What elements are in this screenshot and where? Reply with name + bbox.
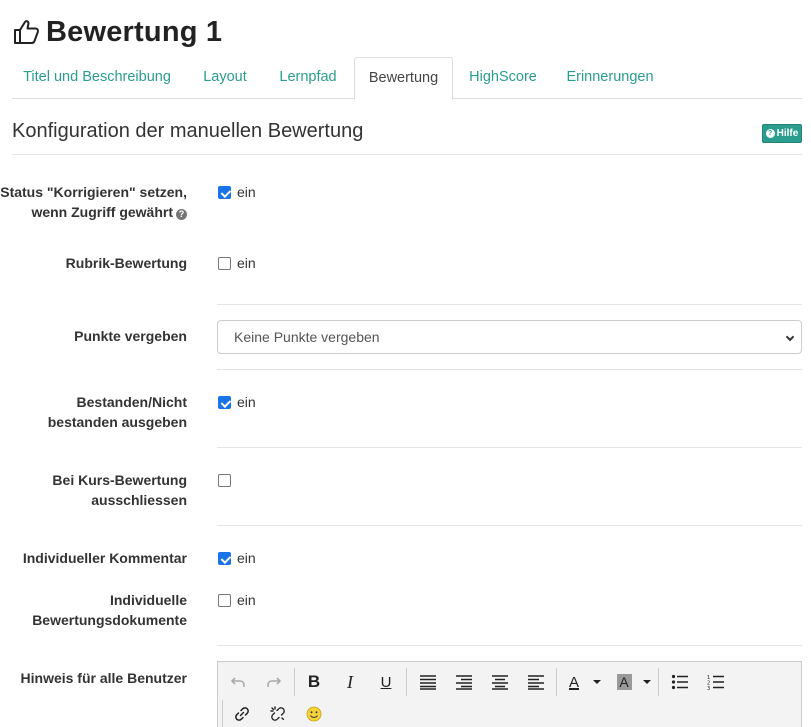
status-korrigieren-checkbox[interactable] (218, 186, 231, 199)
rubrik-checkbox[interactable] (218, 257, 231, 270)
align-right-icon[interactable] (450, 668, 478, 696)
hinweis-label: Hinweis für alle Benutzer (20, 670, 187, 686)
rubrik-option: ein (237, 255, 256, 271)
question-icon: ? (765, 129, 775, 138)
background-color-icon[interactable]: A (610, 668, 638, 696)
status-korrigieren-label: Status "Korrigieren" setzen, wenn Zugrif… (0, 184, 187, 220)
dokumente-label: Individuelle Bewertungsdokumente (32, 592, 187, 628)
help-button[interactable]: ? Hilfe (762, 124, 802, 143)
redo-icon[interactable] (260, 668, 288, 696)
numbered-list-icon[interactable]: 123 (702, 668, 730, 696)
rubrik-label: Rubrik-Bewertung (65, 255, 187, 271)
page-title: Bewertung 1 (46, 15, 223, 48)
toolbar-separator (556, 668, 557, 696)
text-color-icon[interactable]: A (560, 668, 588, 696)
bestanden-checkbox[interactable] (218, 396, 231, 409)
tab-layout[interactable]: Layout (194, 57, 256, 99)
punkte-select[interactable]: Keine Punkte vergeben (217, 320, 802, 354)
unlink-icon[interactable] (264, 700, 292, 727)
kurs-bewertung-checkbox[interactable] (218, 474, 231, 487)
dokumente-checkbox[interactable] (218, 594, 231, 607)
emoji-icon[interactable] (300, 700, 328, 727)
bullet-list-icon[interactable] (666, 668, 694, 696)
thumbs-up-icon (14, 20, 40, 44)
toolbar-separator (406, 668, 407, 696)
tab-highscore[interactable]: HighScore (464, 57, 542, 99)
italic-icon[interactable]: I (336, 668, 364, 696)
help-button-label: Hilfe (776, 128, 799, 139)
toolbar-separator (222, 700, 223, 727)
divider (217, 525, 802, 526)
divider (217, 645, 802, 646)
tab-bar: Titel und Beschreibung Layout Lernpfad B… (12, 57, 802, 100)
kommentar-label: Individueller Kommentar (22, 550, 187, 566)
tab-titel-und-beschreibung[interactable]: Titel und Beschreibung (12, 57, 182, 99)
section-divider (12, 154, 802, 155)
kommentar-checkbox[interactable] (218, 552, 231, 565)
underline-icon[interactable]: U (372, 668, 400, 696)
toolbar-separator (658, 668, 659, 696)
chevron-down-icon (785, 332, 795, 342)
bestanden-label: Bestanden/Nicht bestanden ausgeben (47, 394, 187, 430)
punkte-select-value: Keine Punkte vergeben (234, 329, 380, 345)
align-left-icon[interactable] (522, 668, 550, 696)
divider (217, 447, 802, 448)
rich-text-editor: B I U A A 123 (217, 661, 802, 727)
dokumente-option: ein (237, 592, 256, 608)
tab-lernpfad[interactable]: Lernpfad (270, 57, 346, 99)
status-korrigieren-option: ein (237, 184, 256, 200)
undo-icon[interactable] (224, 668, 252, 696)
align-justify-icon[interactable] (414, 668, 442, 696)
bold-icon[interactable]: B (300, 668, 328, 696)
tab-bewertung[interactable]: Bewertung (354, 57, 453, 100)
kurs-bewertung-label: Bei Kurs-Bewertung ausschliessen (52, 472, 187, 508)
section-title: Konfiguration der manuellen Bewertung (12, 120, 364, 142)
tab-erinnerungen[interactable]: Erinnerungen (560, 57, 660, 99)
question-circle-icon[interactable]: ? (176, 209, 187, 220)
align-center-icon[interactable] (486, 668, 514, 696)
punkte-label: Punkte vergeben (74, 328, 187, 344)
caret-down-icon[interactable] (593, 680, 601, 684)
svg-text:3: 3 (707, 686, 710, 690)
divider (217, 304, 802, 305)
page-header: Bewertung 1 (12, 12, 222, 52)
bestanden-option: ein (237, 394, 256, 410)
toolbar-separator (294, 668, 295, 696)
kommentar-option: ein (237, 550, 256, 566)
link-icon[interactable] (228, 700, 256, 727)
divider (217, 369, 802, 370)
caret-down-icon[interactable] (643, 680, 651, 684)
